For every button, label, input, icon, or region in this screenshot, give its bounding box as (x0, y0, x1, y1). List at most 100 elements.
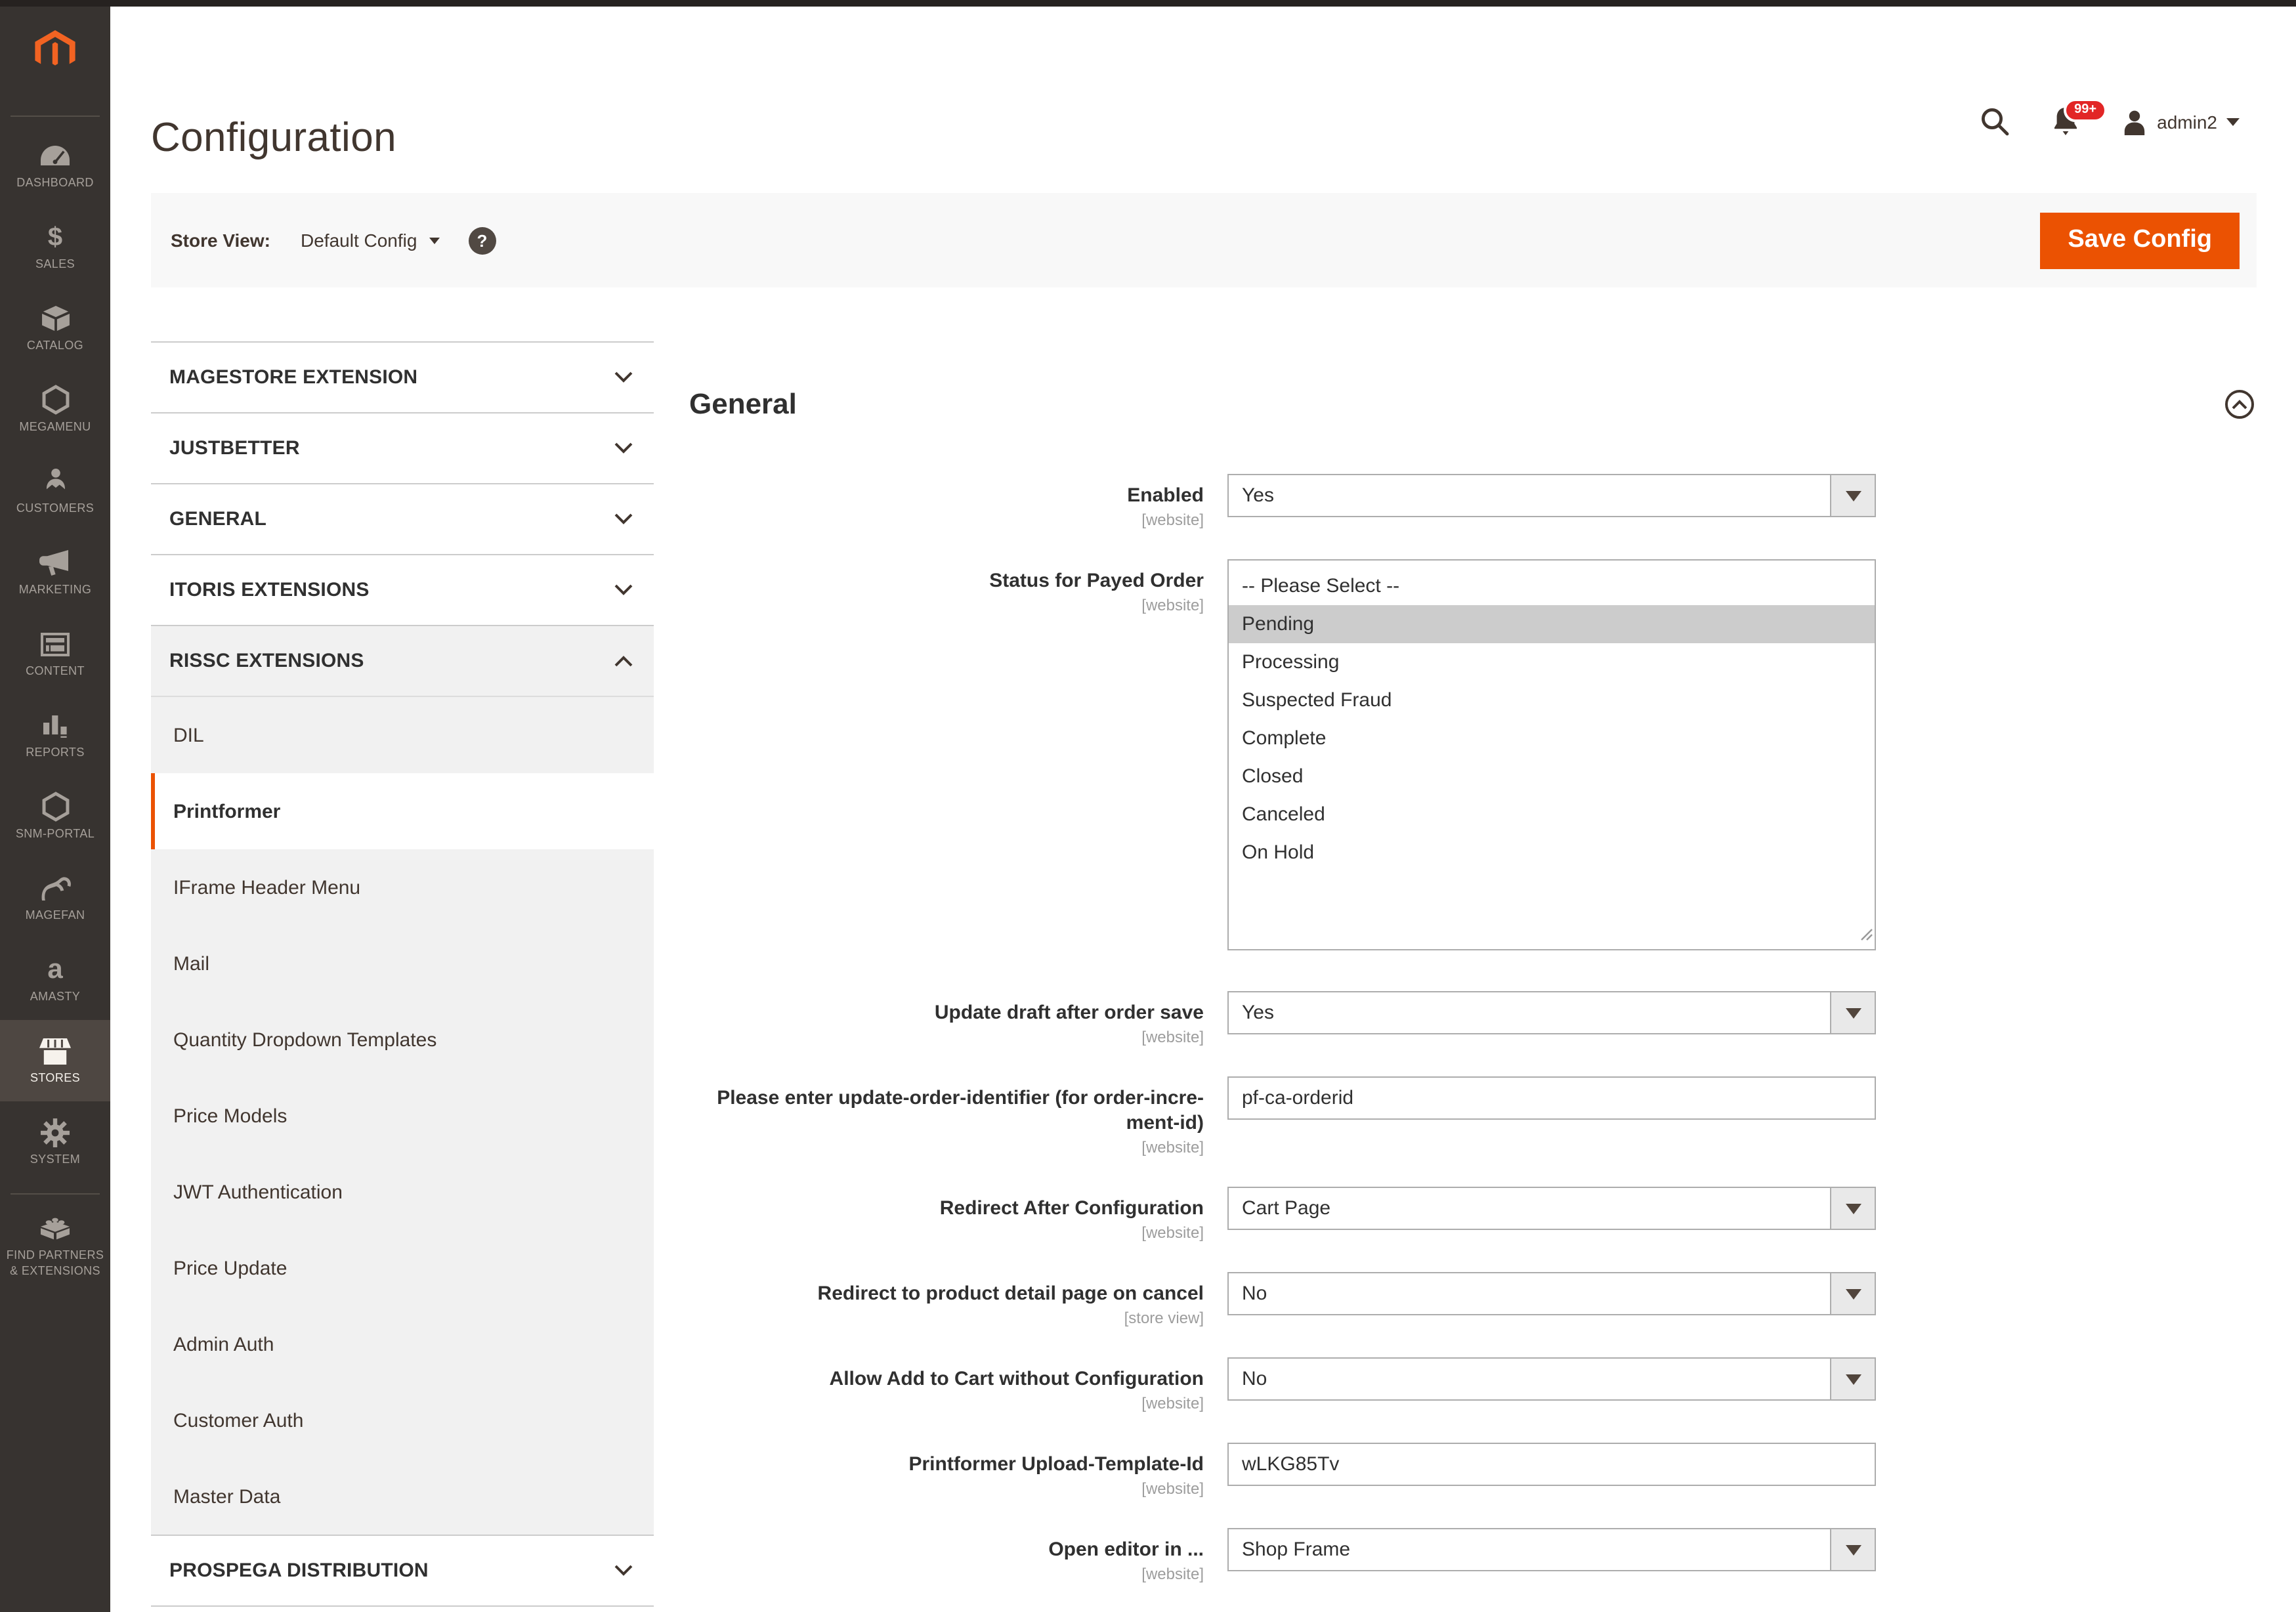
open-editor-in-select[interactable]: Shop Frame (1227, 1529, 1876, 1572)
sidebar-item-label: STORES (28, 1071, 83, 1086)
option-suspected-fraud[interactable]: Suspected Fraud (1229, 681, 1875, 719)
nav-item-quantity-dropdown-templates[interactable]: Quantity Dropdown Templates (151, 1002, 654, 1078)
sidebar-item-label: MAGEFAN (23, 908, 88, 923)
collapse-section-button[interactable] (2225, 390, 2254, 419)
sidebar-item-system[interactable]: SYSTEM (0, 1101, 110, 1183)
allow-add-to-cart-without-configuration-select[interactable]: No (1227, 1358, 1876, 1401)
sidebar-item-label: MARKETING (16, 583, 95, 598)
sidebar-item-label: CONTENT (23, 664, 87, 679)
help-icon[interactable]: ? (468, 226, 496, 254)
status-for-payed-order-listbox[interactable]: -- Please Select --PendingProcessingSusp… (1227, 559, 1876, 950)
nav-section-prospega-distribution: PROSPEGA DISTRIBUTION (151, 1535, 654, 1605)
config-panel: General Enabled[website]YesStatus for Pa… (654, 341, 2257, 1612)
main-area: Configuration 99+ (110, 0, 2296, 1612)
nav-section-header-rissc-extensions[interactable]: RISSC EXTENSIONS (151, 625, 654, 696)
field-scope: [website] (689, 1480, 1204, 1498)
field-control-wrap (1227, 1443, 1876, 1498)
option-please-select[interactable]: -- Please Select -- (1229, 567, 1875, 605)
save-config-button[interactable]: Save Config (2040, 212, 2240, 268)
field-label: Enabled (689, 483, 1204, 508)
notification-count-badge: 99+ (2064, 98, 2107, 122)
nav-section-header-justbetter[interactable]: JUSTBETTER (151, 412, 654, 483)
sidebar-item-stores[interactable]: STORES (0, 1020, 110, 1101)
sidebar-item-content[interactable]: CONTENT (0, 613, 110, 694)
select-value: Shop Frame (1242, 1539, 1350, 1561)
field-scope: [website] (689, 1223, 1204, 1242)
user-avatar-icon (2121, 108, 2148, 135)
select-arrow-icon (1830, 1530, 1875, 1571)
sidebar-divider (11, 116, 100, 117)
sidebar-item-label: DASHBOARD (14, 176, 96, 191)
select-value: Yes (1242, 484, 1274, 507)
nav-item-printformer[interactable]: Printformer (151, 773, 654, 849)
nav-item-price-models[interactable]: Price Models (151, 1078, 654, 1154)
nav-item-dil[interactable]: DIL (151, 697, 654, 773)
notifications-bell-icon[interactable]: 99+ (2052, 106, 2079, 137)
nav-item-iframe-header-menu[interactable]: IFrame Header Menu (151, 849, 654, 925)
nav-item-price-update[interactable]: Price Update (151, 1230, 654, 1306)
magento-logo-icon[interactable] (33, 30, 77, 79)
nav-item-master-data[interactable]: Master Data (151, 1458, 654, 1535)
nav-section-justbetter: JUSTBETTER (151, 412, 654, 483)
nav-section-header-itoris-extensions[interactable]: ITORIS EXTENSIONS (151, 554, 654, 625)
redirect-after-configuration-select[interactable]: Cart Page (1227, 1187, 1876, 1230)
sidebar-item-marketing[interactable]: MARKETING (0, 532, 110, 613)
field-scope: [website] (689, 511, 1204, 529)
sidebar-item-sales[interactable]: $SALES (0, 206, 110, 287)
sidebar-item-amasty[interactable]: aAMASTY (0, 939, 110, 1020)
magefan-icon (38, 873, 72, 904)
sidebar-item-find-partners[interactable]: FIND PARTNERS & EXTENSIONS (0, 1205, 110, 1286)
chevron-down-icon (614, 371, 633, 383)
search-icon[interactable] (1980, 106, 2010, 137)
option-processing[interactable]: Processing (1229, 643, 1875, 681)
admin-username: admin2 (2157, 111, 2217, 132)
triangle-down-icon (1845, 1007, 1861, 1018)
sales-icon: $ (48, 222, 62, 253)
redirect-to-product-detail-page-on-cancel-select[interactable]: No (1227, 1272, 1876, 1315)
nav-section-label: MAGESTORE EXTENSION (169, 366, 417, 389)
update-draft-after-order-save-select[interactable]: Yes (1227, 991, 1876, 1034)
select-arrow-icon (1830, 1188, 1875, 1229)
option-canceled[interactable]: Canceled (1229, 795, 1875, 834)
option-on-hold[interactable]: On Hold (1229, 834, 1875, 872)
select-value: No (1242, 1283, 1267, 1305)
select-arrow-icon (1830, 1359, 1875, 1400)
sidebar-item-customers[interactable]: CUSTOMERS (0, 450, 110, 532)
sidebar-item-snm-portal[interactable]: SNM-PORTAL (0, 776, 110, 857)
sidebar-item-magefan[interactable]: MAGEFAN (0, 857, 110, 939)
nav-item-customer-auth[interactable]: Customer Auth (151, 1382, 654, 1458)
sidebar-item-megamenu[interactable]: MEGAMENU (0, 369, 110, 450)
nav-section-header-prospega-distribution[interactable]: PROSPEGA DISTRIBUTION (151, 1535, 654, 1605)
triangle-down-icon (1845, 1545, 1861, 1556)
field-scope: [website] (689, 596, 1204, 614)
field-scope: [website] (689, 1138, 1204, 1156)
form-row-please-enter-update-order-identifier-for-order-incre-ment-id: Please enter update-order-identifier (fo… (689, 1076, 2257, 1156)
sidebar-item-catalog[interactable]: CATALOG (0, 287, 110, 369)
enabled-select[interactable]: Yes (1227, 474, 1876, 517)
dashboard-icon (41, 140, 70, 172)
nav-item-admin-auth[interactable]: Admin Auth (151, 1306, 654, 1382)
nav-section-header-general[interactable]: GENERAL (151, 483, 654, 554)
stores-icon (39, 1036, 71, 1067)
nav-section-items: DILPrintformerIFrame Header MenuMailQuan… (151, 696, 654, 1535)
option-pending[interactable]: Pending (1229, 605, 1875, 643)
nav-item-jwt-authentication[interactable]: JWT Authentication (151, 1154, 654, 1230)
chevron-down-icon (2226, 117, 2240, 125)
please-enter-update-order-identifier-for-order-incre-ment-id-input[interactable] (1227, 1076, 1876, 1120)
nav-section-general: GENERAL (151, 483, 654, 554)
nav-section-label: PROSPEGA DISTRIBUTION (169, 1559, 429, 1582)
triangle-down-icon (1845, 490, 1861, 501)
nav-section-header-magestore-extension[interactable]: MAGESTORE EXTENSION (151, 341, 654, 412)
sidebar-item-dashboard[interactable]: DASHBOARD (0, 125, 110, 206)
store-view-switcher[interactable]: Default Config (301, 230, 439, 251)
form-row-redirect-after-configuration: Redirect After Configuration[website]Car… (689, 1187, 2257, 1242)
store-view-label: Store View: (171, 230, 270, 251)
printformer-upload-template-id-input[interactable] (1227, 1443, 1876, 1487)
option-closed[interactable]: Closed (1229, 757, 1875, 795)
sidebar-item-reports[interactable]: REPORTS (0, 694, 110, 776)
nav-item-mail[interactable]: Mail (151, 925, 654, 1002)
option-complete[interactable]: Complete (1229, 719, 1875, 757)
form-row-update-draft-after-order-save: Update draft after order save[website]Ye… (689, 991, 2257, 1046)
resize-handle-icon[interactable] (1860, 924, 1873, 948)
admin-user-menu[interactable]: admin2 (2121, 108, 2240, 135)
